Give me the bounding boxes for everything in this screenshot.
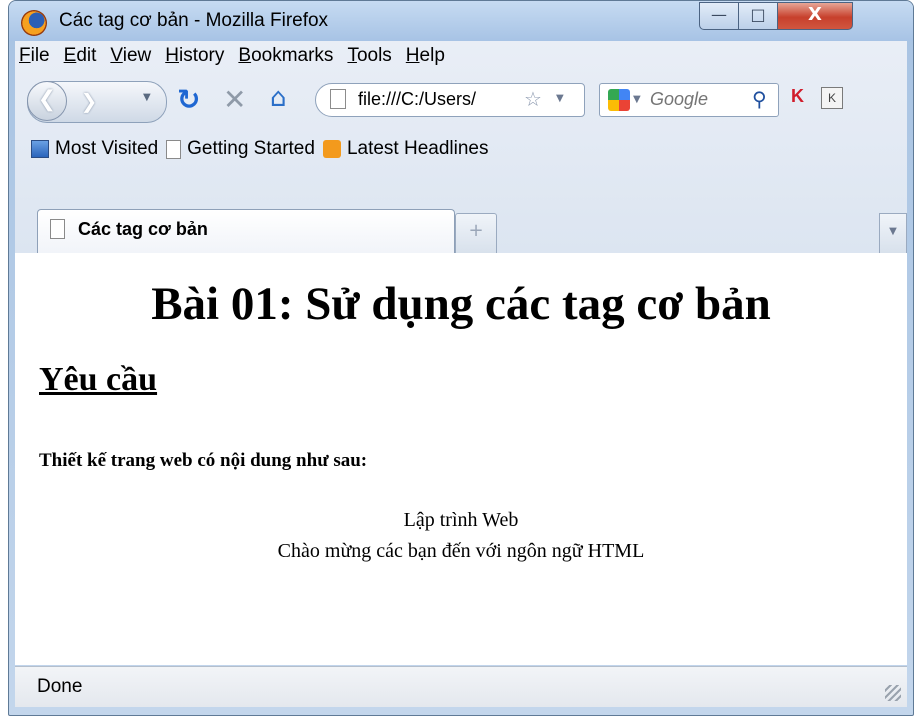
- minimize-button[interactable]: —: [699, 2, 739, 30]
- bookmark-latest-headlines[interactable]: Latest Headlines: [322, 138, 489, 160]
- bookmark-label: Most Visited: [55, 138, 159, 159]
- page-content: Bài 01: Sử dụng các tag cơ bản Yêu cầu T…: [15, 253, 907, 665]
- bookmark-label: Latest Headlines: [346, 138, 489, 159]
- rss-icon: [322, 140, 341, 158]
- search-bar[interactable]: ▼ ⚲: [599, 83, 779, 117]
- search-icon[interactable]: ⚲: [752, 87, 767, 111]
- status-bar: Done: [15, 666, 907, 707]
- centered-line-1: Lập trình Web: [403, 509, 519, 531]
- menu-bookmarks[interactable]: Bookmarks: [238, 45, 333, 73]
- tab-cac-tag-co-ban[interactable]: Các tag cơ bản: [37, 209, 455, 253]
- plus-icon: +: [468, 220, 484, 241]
- search-engine-dropdown-icon[interactable]: ▼: [633, 94, 641, 105]
- bookmark-label: Getting Started: [187, 138, 315, 159]
- resize-grip-icon[interactable]: [885, 685, 901, 701]
- close-button[interactable]: X: [777, 2, 853, 30]
- page-icon: [50, 219, 65, 239]
- menu-history[interactable]: History: [165, 45, 224, 73]
- virtual-keyboard-icon[interactable]: K: [821, 87, 843, 109]
- bookmark-star-icon[interactable]: ☆: [524, 87, 542, 111]
- page-subheading: Yêu cầu: [39, 361, 158, 398]
- tab-strip: Các tag cơ bản + ▼: [15, 201, 907, 254]
- forward-button[interactable]: ❯: [72, 86, 106, 118]
- firefox-logo-icon: [21, 10, 47, 36]
- tab-list-button[interactable]: ▼: [879, 213, 907, 253]
- history-dropdown-icon[interactable]: ▼: [143, 92, 151, 103]
- url-bar[interactable]: file:///C:/Users/ ☆ ▼: [315, 83, 585, 117]
- title-bar[interactable]: Các tag cơ bản - Mozilla Firefox — □ X: [9, 1, 913, 41]
- kaspersky-icon[interactable]: K: [791, 86, 815, 108]
- url-input[interactable]: file:///C:/Users/: [358, 89, 518, 110]
- back-arrow-icon: ❮: [37, 87, 57, 112]
- chevron-down-icon: ▼: [889, 226, 897, 237]
- stop-icon[interactable]: ✕: [223, 83, 246, 116]
- search-input[interactable]: [650, 89, 750, 110]
- most-visited-icon: [31, 140, 49, 158]
- window-title: Các tag cơ bản - Mozilla Firefox: [59, 10, 329, 31]
- status-text: Done: [37, 676, 83, 697]
- tab-label: Các tag cơ bản: [78, 219, 208, 239]
- bookmark-getting-started[interactable]: Getting Started: [166, 138, 315, 160]
- menu-tools[interactable]: Tools: [347, 45, 391, 73]
- back-forward-group: ❮ ❯ ▼: [27, 81, 167, 123]
- centered-line-2: Chào mừng các bạn đến với ngôn ngữ HTML: [277, 540, 645, 562]
- page-icon: [330, 89, 346, 109]
- menu-view[interactable]: View: [110, 45, 151, 73]
- menu-help[interactable]: Help: [406, 45, 445, 73]
- page-icon: [166, 139, 182, 159]
- google-engine-icon[interactable]: [608, 89, 630, 111]
- reload-icon[interactable]: ↻: [177, 83, 200, 116]
- bookmarks-toolbar: Most Visited Getting Started Latest Head…: [15, 129, 907, 169]
- new-tab-button[interactable]: +: [455, 213, 497, 253]
- menu-file[interactable]: File: [19, 45, 50, 73]
- home-icon[interactable]: ⌂: [270, 83, 287, 113]
- browser-chrome: File Edit View History Bookmarks Tools H…: [15, 41, 907, 254]
- bookmark-most-visited[interactable]: Most Visited: [31, 138, 158, 160]
- menu-edit[interactable]: Edit: [64, 45, 97, 73]
- browser-window: Các tag cơ bản - Mozilla Firefox — □ X F…: [8, 0, 914, 716]
- menu-bar: File Edit View History Bookmarks Tools H…: [19, 45, 445, 73]
- forward-arrow-icon: ❯: [80, 89, 98, 113]
- maximize-button[interactable]: □: [738, 2, 778, 30]
- page-heading: Bài 01: Sử dụng các tag cơ bản: [151, 278, 771, 330]
- navigation-toolbar: ❮ ❯ ▼ ↻ ✕ ⌂ file:///C:/Users/ ☆ ▼ ▼ ⚲ K …: [15, 75, 907, 125]
- lead-text: Thiết kế trang web có nội dung như sau:: [39, 450, 368, 471]
- back-button[interactable]: ❮: [27, 81, 67, 121]
- url-dropdown-icon[interactable]: ▼: [556, 93, 564, 104]
